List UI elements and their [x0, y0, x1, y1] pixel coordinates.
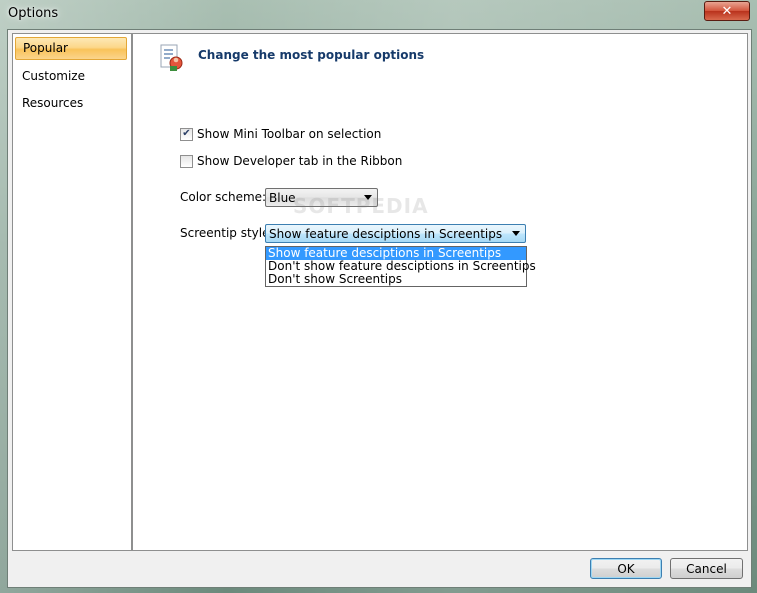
options-content-panel: Change the most popular options ✔ Show M…: [132, 33, 748, 551]
screentip-style-label: Screentip style:: [180, 226, 274, 240]
options-icon: [160, 44, 183, 71]
chevron-down-icon: [364, 195, 372, 200]
close-icon: ✕: [721, 3, 733, 19]
screentip-style-value: Show feature desciptions in Screentips: [269, 226, 503, 241]
page-title: Change the most popular options: [198, 48, 425, 62]
ok-button[interactable]: OK: [590, 558, 662, 579]
color-scheme-value: Blue: [269, 190, 296, 205]
window-frame: Options ✕ Popular Customize Resources Ch…: [0, 0, 757, 593]
color-scheme-select[interactable]: Blue: [265, 188, 378, 207]
dropdown-option[interactable]: Don't show Screentips: [266, 273, 526, 286]
color-scheme-label: Color scheme:: [180, 190, 267, 204]
nav-item-popular[interactable]: Popular: [15, 37, 127, 60]
checkmark-icon: ✔: [182, 128, 191, 139]
screentip-style-dropdown: Show feature desciptions in Screentips D…: [265, 246, 536, 287]
screentip-style-select[interactable]: Show feature desciptions in Screentips: [265, 224, 526, 243]
mini-toolbar-option[interactable]: ✔ Show Mini Toolbar on selection: [180, 126, 381, 142]
chevron-down-icon: [512, 231, 520, 236]
mini-toolbar-label: Show Mini Toolbar on selection: [197, 127, 382, 141]
close-button[interactable]: ✕: [704, 1, 750, 21]
developer-tab-option[interactable]: Show Developer tab in the Ribbon: [180, 153, 402, 169]
nav-item-customize[interactable]: Customize: [15, 65, 127, 88]
nav-item-resources[interactable]: Resources: [15, 92, 127, 115]
developer-tab-checkbox[interactable]: [180, 154, 193, 168]
window-title: Options: [8, 6, 59, 21]
title-bar[interactable]: Options ✕: [0, 0, 757, 28]
mini-toolbar-checkbox[interactable]: ✔: [180, 127, 193, 141]
cancel-button[interactable]: Cancel: [670, 558, 743, 579]
developer-tab-label: Show Developer tab in the Ribbon: [197, 154, 403, 168]
dialog-client-area: Popular Customize Resources Change the m…: [7, 29, 752, 588]
options-nav: Popular Customize Resources: [12, 33, 132, 551]
